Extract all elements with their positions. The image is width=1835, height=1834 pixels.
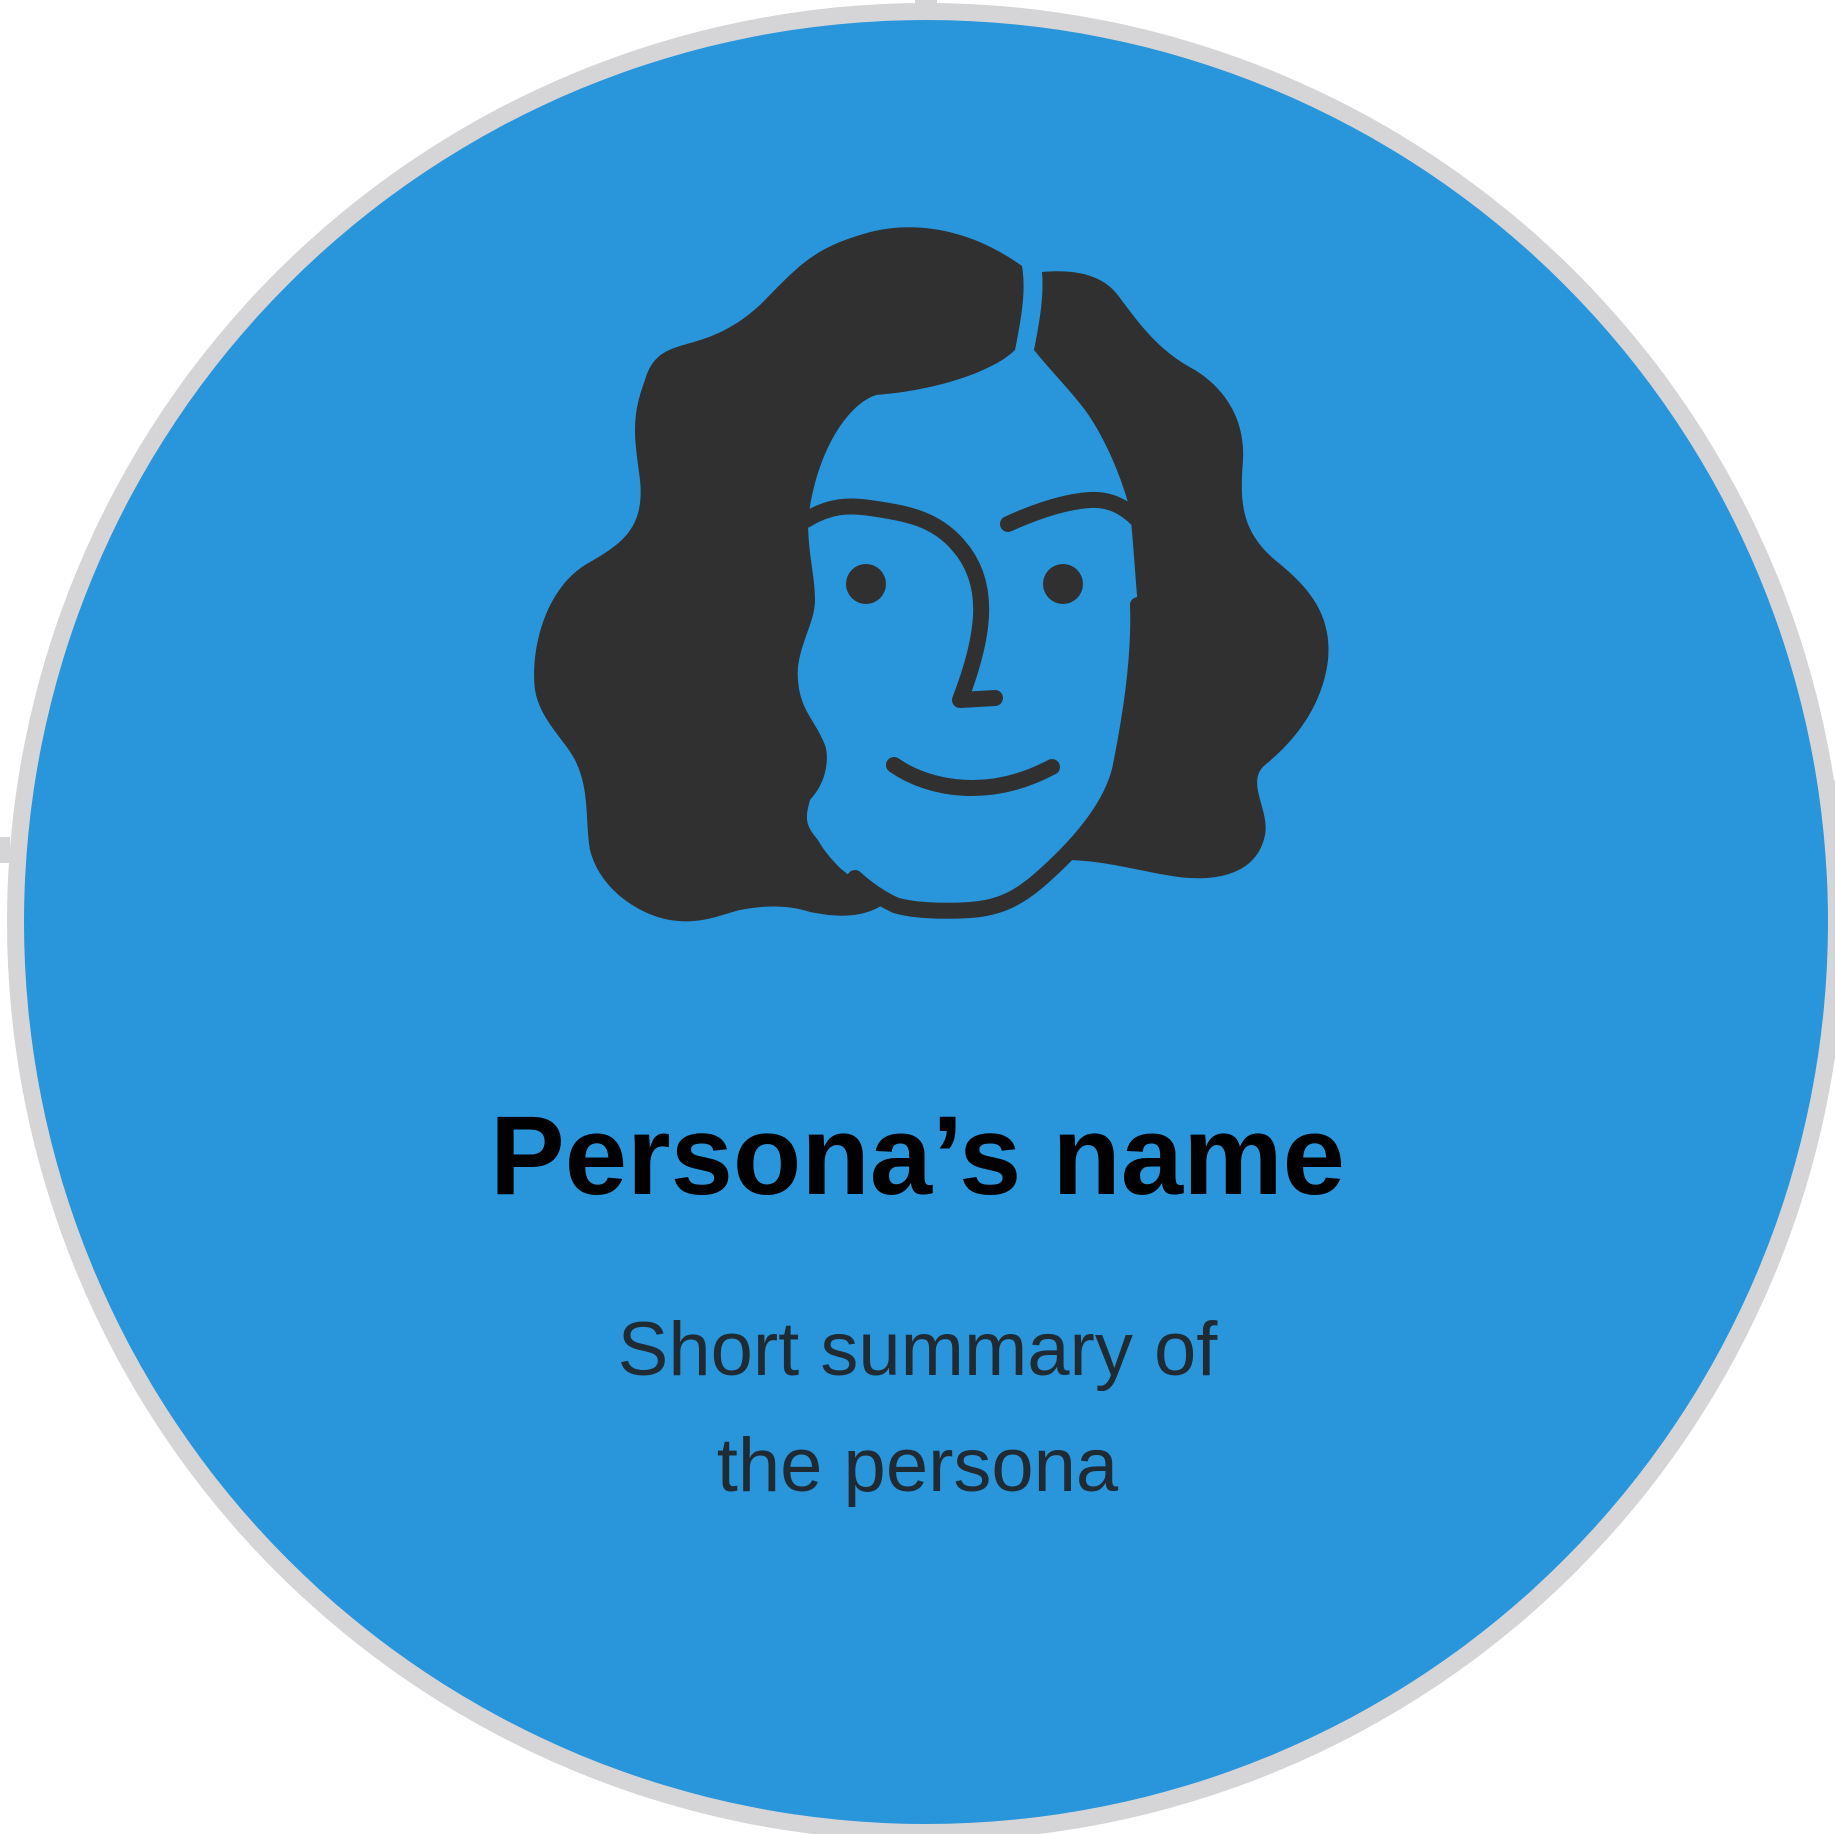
persona-summary-line-1: Short summary of [617,1307,1218,1392]
persona-summary: Short summary of the persona [0,1292,1835,1524]
persona-card: Persona’s name Short summary of the pers… [0,0,1835,1834]
persona-disc [0,0,1835,1834]
persona-summary-line-2: the persona [716,1423,1119,1508]
right-eye [1043,564,1083,604]
persona-name: Persona’s name [490,1093,1345,1218]
left-eye [846,564,886,604]
left-tick [0,837,10,863]
